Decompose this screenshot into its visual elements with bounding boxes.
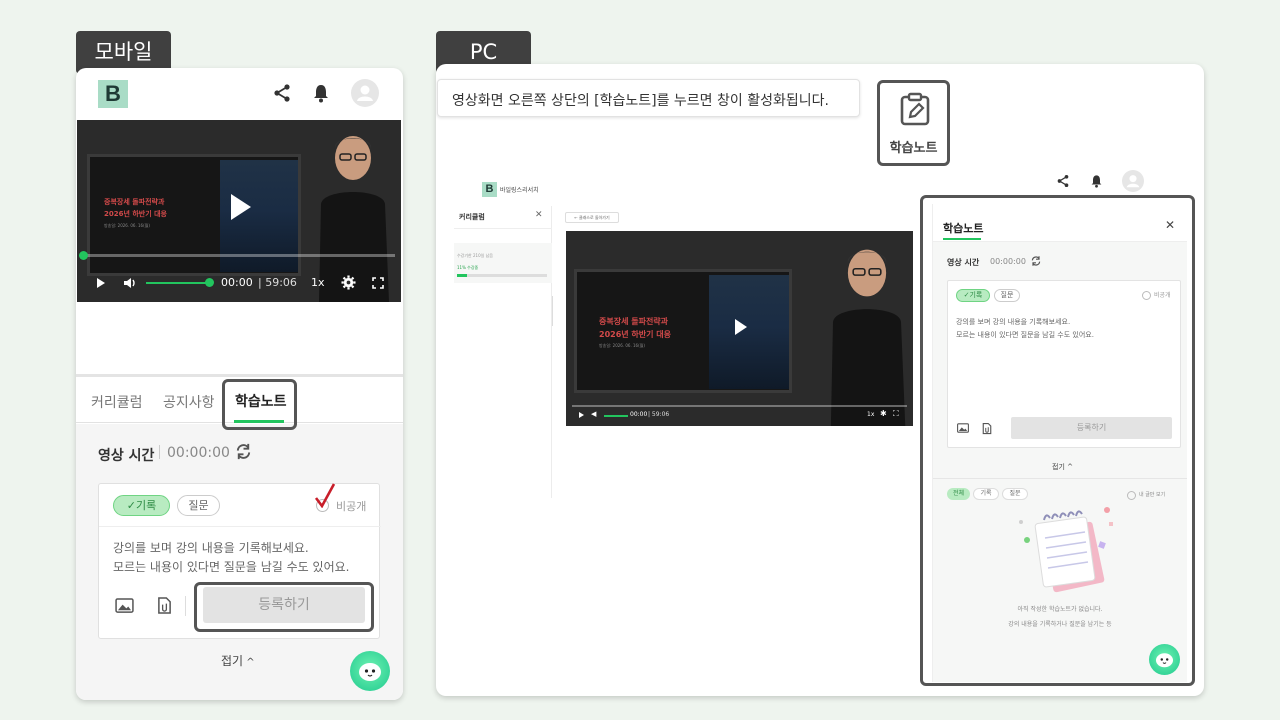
chatbot-face-icon <box>359 663 381 681</box>
callout-text: 영상화면 오른쪽 상단의 [학습노트]를 누르면 창이 활성화됩니다. <box>452 93 829 109</box>
progress-handle[interactable] <box>79 251 88 260</box>
study-note-button[interactable]: 학습노트 <box>877 80 950 166</box>
volume-slider[interactable] <box>146 282 209 284</box>
pc-site-name[interactable]: 바일링스리서치 <box>500 185 539 194</box>
pc-video-slide: 중복장세 돌파전략과 2026년 하반기 대응 방송일: 2026. 06. 1… <box>574 269 792 393</box>
placeholder-line-1[interactable]: 강의를 보며 강의 내용을 기록해보세요. <box>113 539 309 556</box>
pc-progress-track[interactable] <box>572 405 907 407</box>
pc-presenter-figure <box>830 249 906 426</box>
sidebar-close-icon[interactable]: ✕ <box>535 210 543 220</box>
fullscreen-icon[interactable] <box>372 277 384 289</box>
slide-date: 방송일: 2026. 06. 16(월) <box>104 223 150 228</box>
image-icon[interactable] <box>115 598 134 613</box>
video-slide: 중복장세 돌파전략과 2026년 하반기 대응 방송일: 2026. 06. 1… <box>87 154 301 276</box>
study-note-button-label: 학습노트 <box>889 141 938 156</box>
private-label[interactable]: 비공개 <box>336 498 366 514</box>
pc-time-current: 00:00 <box>630 411 648 418</box>
share-icon[interactable] <box>272 83 292 103</box>
play-icon[interactable] <box>231 194 251 220</box>
pc-time-total: | 59:06 <box>648 411 670 418</box>
mobile-logo[interactable]: B <box>98 80 128 108</box>
video-time-separator <box>159 445 160 459</box>
checkmark-icon <box>314 483 336 508</box>
video-time-label: 영상 시간 <box>98 448 155 464</box>
chip-question[interactable]: 질문 <box>177 495 220 516</box>
pc-bell-icon[interactable] <box>1090 174 1103 188</box>
tab-curriculum[interactable]: 커리큘럼 <box>91 392 143 412</box>
time-total: | 59:06 <box>258 276 297 289</box>
slide-title-1: 중복장세 돌파전략과 <box>104 198 165 206</box>
volume-handle[interactable] <box>205 278 214 287</box>
pc-slide-title-1: 중복장세 돌파전략과 <box>599 317 669 326</box>
pc-speed-button[interactable]: 1x <box>867 411 874 418</box>
slide-title-2: 2026년 하반기 대응 <box>104 210 167 218</box>
placeholder-line-2[interactable]: 모르는 내용이 있다면 질문을 남길 수도 있어요. <box>113 558 349 575</box>
pc-play-icon[interactable] <box>735 319 747 335</box>
back-button[interactable]: ← 클래스로 돌아가기 <box>565 212 619 223</box>
volume-icon[interactable] <box>123 276 137 290</box>
editor-tool-separator <box>185 596 186 616</box>
sidebar-divider <box>454 228 552 229</box>
progress-bar-track <box>457 274 547 277</box>
pc-video-player[interactable]: 중복장세 돌파전략과 2026년 하반기 대응 방송일: 2026. 06. 1… <box>566 231 913 426</box>
editor-divider <box>99 526 381 527</box>
sidebar-vertical-line <box>552 296 553 326</box>
collapse-toggle[interactable]: 접기 ^ <box>221 652 255 669</box>
progress-bar-fill <box>457 274 467 277</box>
pc-slide-title-2: 2026년 하반기 대응 <box>599 330 671 339</box>
sidebar-progress-box: 수강기한 210일 남음 11% 수강중 <box>454 243 552 283</box>
tab-notice[interactable]: 공지사항 <box>163 392 215 412</box>
clipboard-edit-icon <box>900 92 930 126</box>
chevron-up-icon: ^ <box>243 657 255 668</box>
progress-text: 11% 수강중 <box>457 265 479 270</box>
mobile-video-player[interactable]: 중복장세 돌파전략과 2026년 하반기 대응 방송일: 2026. 06. 1… <box>77 120 401 302</box>
pc-share-icon[interactable] <box>1056 174 1070 188</box>
progress-caption: 수강기한 210일 남음 <box>457 253 493 258</box>
play-small-icon[interactable] <box>97 278 105 288</box>
pc-play-small-icon[interactable] <box>579 412 584 418</box>
pc-fullscreen-icon[interactable]: ⛶ <box>893 409 899 419</box>
settings-icon[interactable] <box>341 275 356 290</box>
callout-box: 영상화면 오른쪽 상단의 [학습노트]를 누르면 창이 활성화됩니다. <box>437 79 860 117</box>
pc-logo[interactable]: B <box>482 182 497 197</box>
pc-avatar[interactable] <box>1122 170 1144 192</box>
pc-slide-image <box>709 275 789 389</box>
video-time-value: 00:00:00 <box>167 445 230 461</box>
speed-button[interactable]: 1x <box>311 276 325 289</box>
pc-slide-date: 방송일: 2026. 06. 16(월) <box>599 343 645 348</box>
refresh-icon[interactable] <box>234 442 253 461</box>
pc-settings-icon[interactable]: ✱ <box>880 409 887 418</box>
chatbot-button[interactable] <box>350 651 390 691</box>
pc-volume-icon[interactable]: ◀ <box>591 410 596 418</box>
time-current: 00:00 <box>221 276 253 289</box>
highlight-pc-note-panel <box>920 195 1195 686</box>
pc-volume-slider[interactable] <box>604 415 628 417</box>
highlight-mobile-submit <box>194 582 374 632</box>
avatar[interactable] <box>351 79 379 107</box>
pc-sidebar: 커리큘럼 ✕ 수강기한 210일 남음 11% 수강중 <box>454 206 553 498</box>
highlight-mobile-tab <box>222 379 297 430</box>
chip-record[interactable]: ✓기록 <box>113 495 170 516</box>
attachment-icon[interactable] <box>157 596 172 615</box>
bell-icon[interactable] <box>312 83 330 103</box>
sidebar-title: 커리큘럼 <box>459 213 485 221</box>
progress-track[interactable] <box>83 254 395 257</box>
